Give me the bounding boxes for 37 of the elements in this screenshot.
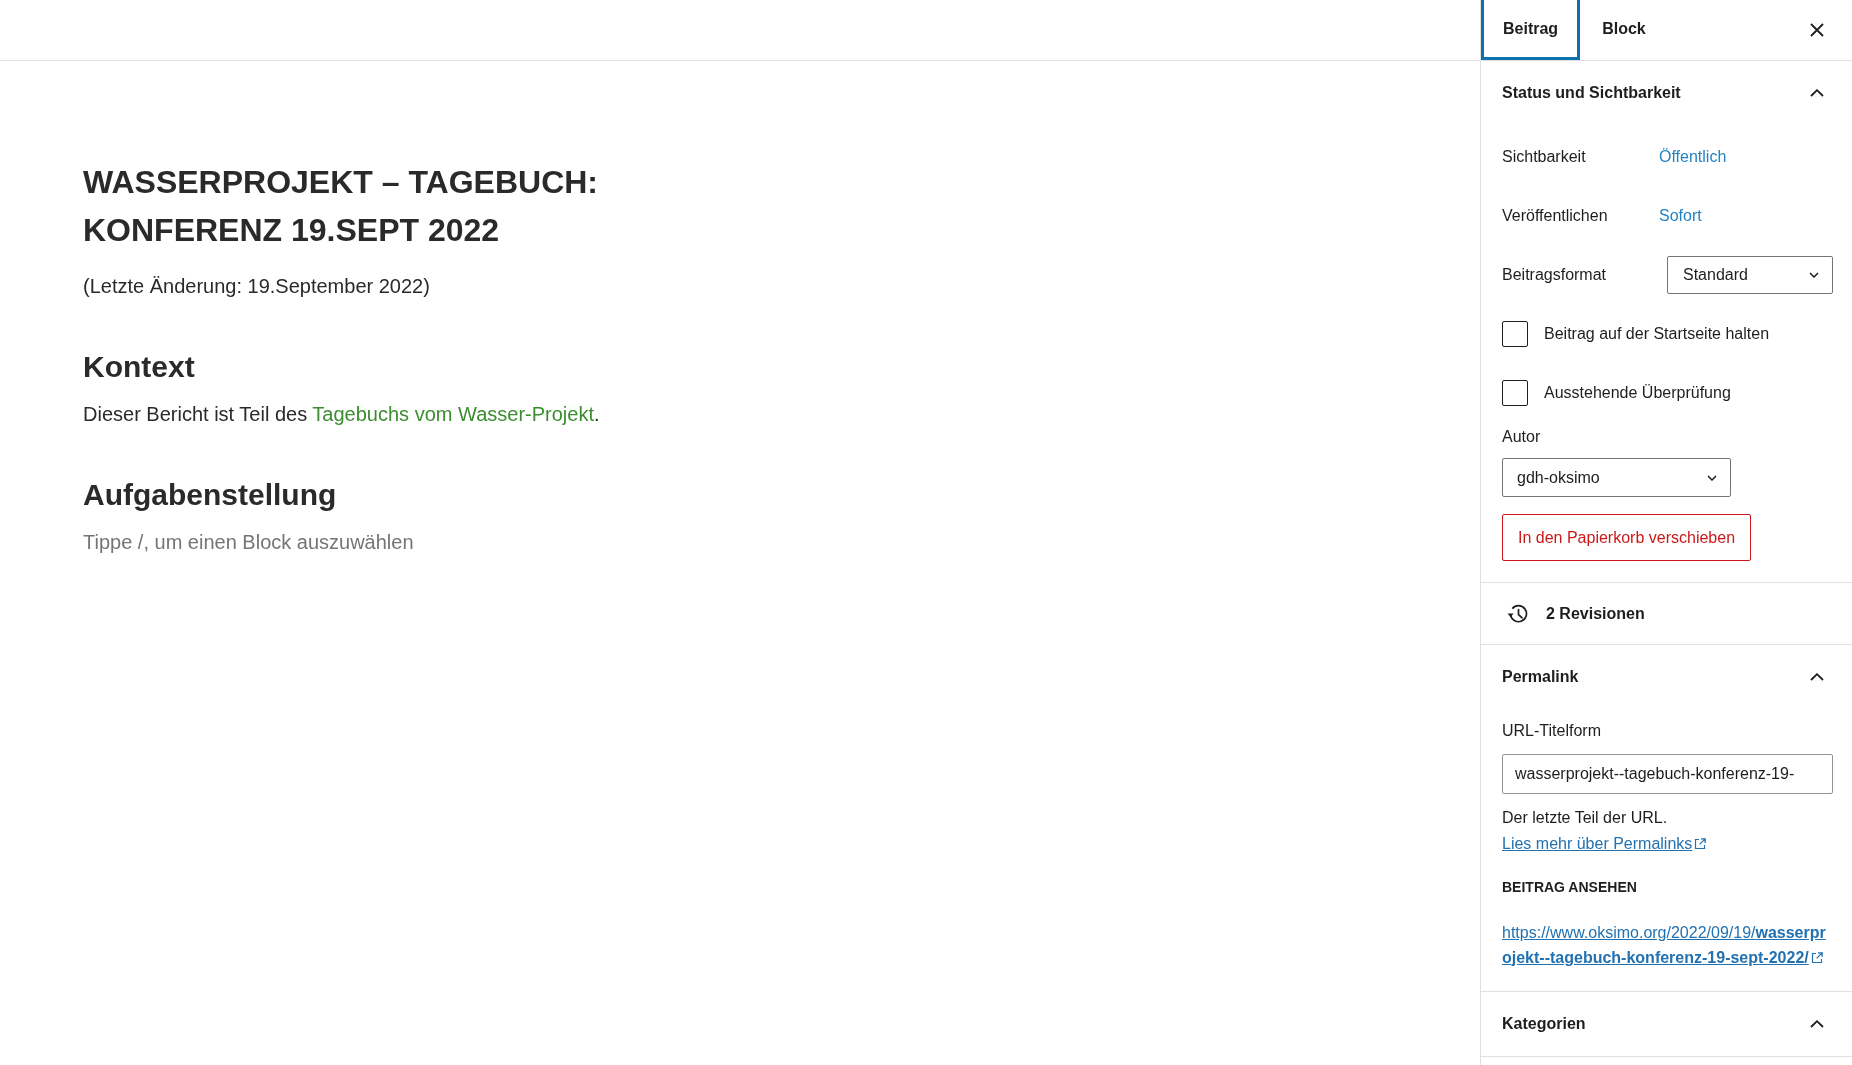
checkbox-label: Ausstehende Überprüfung [1544,384,1731,402]
permalinks-link[interactable]: Lies mehr über Permalinks [1502,835,1707,852]
format-dropdown[interactable]: Standard [1667,256,1833,294]
setting-value-button[interactable]: Sofort [1659,206,1702,226]
close-icon [1810,23,1824,37]
external-link-icon [1694,838,1707,850]
checkbox[interactable] [1502,380,1528,406]
checkbox[interactable] [1502,321,1528,347]
panel-toggle[interactable]: Permalink [1481,645,1852,709]
chevron-down-icon [1707,474,1717,481]
post-url-link[interactable]: https://www.oksimo.org/2022/09/19/wasserprojekt--tagebuch-konferenz-19-sept-2022/ [1502,921,1833,970]
slug-input[interactable]: wasserprojekt--tagebuch-konferenz-19- [1502,754,1833,794]
paragraph-text: (Letzte Änderung: 19.September 2022) [83,274,430,299]
empty-block-field[interactable]: Tippe /, um einen Block auszuwählen [83,527,683,557]
sidebar-tab[interactable]: Block [1580,0,1668,60]
section-subheading: BEITRAG ANSEHEN [1502,878,1637,897]
author-dropdown[interactable]: gdh-oksimo [1502,458,1731,497]
field-label: URL-Titelform [1502,721,1601,741]
checkbox-label: Beitrag auf der Startseite halten [1544,325,1770,343]
field-label: Autor [1502,427,1541,447]
help-text: Der letzte Teil der URL. Lies mehr über Permalinks [1502,805,1833,857]
external-link-icon [1810,951,1823,964]
sidebar-tab[interactable]: Beitrag [1481,0,1581,60]
section-heading: Aufgabenstellung [83,477,337,513]
setting-label: Sichtbarkeit [1502,147,1587,167]
paragraph-text: Dieser Bericht ist Teil des Tagebuchs vom Wasser-Projekt. [83,402,600,427]
trash-button[interactable]: In den Papierkorb verschieben [1502,514,1752,561]
text-link[interactable]: Tagebuchs vom Wasser-Projekt [312,403,594,425]
post-title[interactable]: WASSERPROJEKT – TAGEBUCH: KONFERENZ 19.SEPT 2022 [83,158,683,254]
panel-toggle[interactable]: Kategorien [1481,992,1852,1056]
chevron-down-icon [1809,272,1819,278]
setting-label: Beitragsformat [1502,265,1608,285]
revisions-button[interactable]: 2 Revisionen [1481,583,1852,644]
section-heading: Kontext [83,349,195,385]
panel-toggle[interactable]: Status und Sichtbarkeit [1481,61,1852,125]
setting-value-button[interactable]: Öffentlich [1659,147,1727,167]
setting-label: Veröffentlichen [1502,206,1609,226]
